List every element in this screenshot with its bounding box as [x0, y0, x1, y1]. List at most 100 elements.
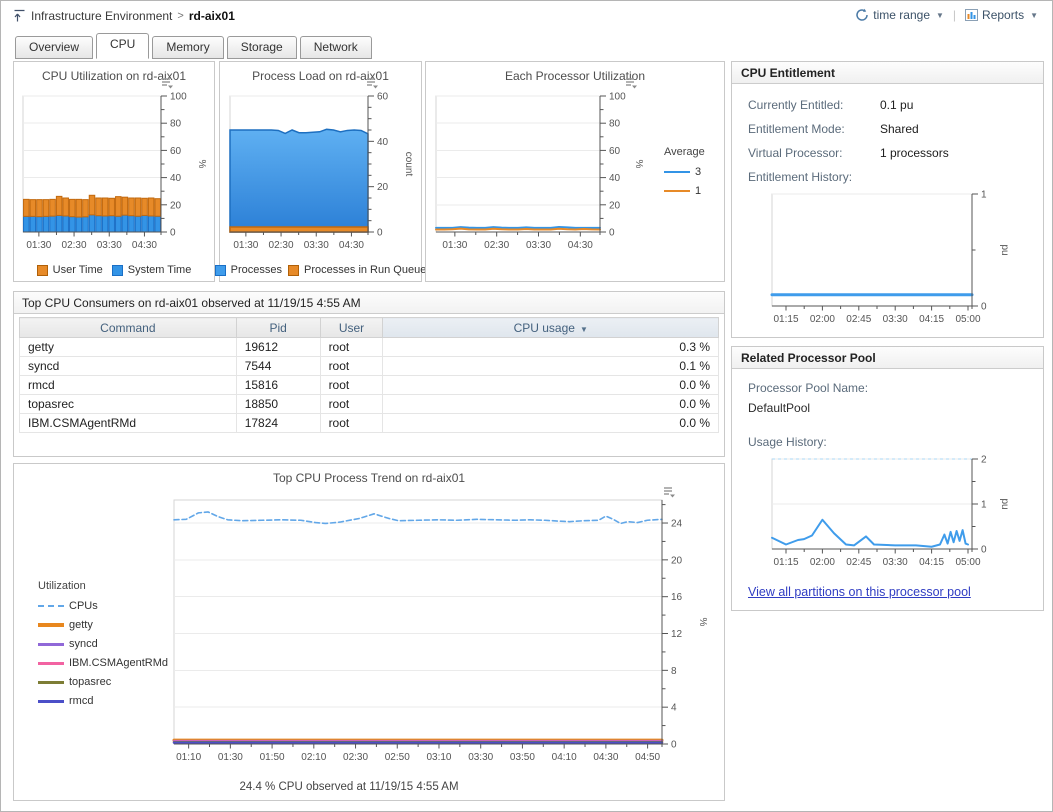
panel-cpu-utilization: CPU Utilization on rd-aix01 020406080100… [13, 61, 215, 282]
table-cell: 7544 [236, 357, 320, 376]
legend-item: User Time [37, 264, 103, 276]
legend-label: syncd [69, 638, 98, 650]
table-cell: rmcd [20, 376, 237, 395]
table-row: syncd7544root0.1 % [20, 357, 719, 376]
legend-label: 3 [695, 166, 701, 178]
svg-text:04:30: 04:30 [568, 240, 593, 251]
svg-text:0: 0 [170, 228, 176, 239]
legend-label: Processes [231, 264, 282, 276]
field-value: Shared [880, 122, 919, 136]
panel-process-trend: Top CPU Process Trend on rd-aix01 Utiliz… [13, 463, 725, 801]
field-label: Currently Entitled: [748, 98, 843, 112]
column-header-pid[interactable]: Pid [236, 318, 320, 338]
svg-text:pu: pu [999, 244, 1010, 255]
svg-text:01:10: 01:10 [176, 752, 201, 763]
legend-swatch [37, 265, 48, 276]
chart-options-icon[interactable] [366, 77, 379, 89]
table-cell: getty [20, 338, 237, 357]
tab-memory[interactable]: Memory [152, 36, 223, 59]
column-header-user[interactable]: User [320, 318, 383, 338]
table-row: rmcd15816root0.0 % [20, 376, 719, 395]
legend-swatch [38, 700, 64, 703]
svg-text:02:50: 02:50 [385, 752, 410, 763]
svg-text:02:30: 02:30 [62, 240, 87, 251]
legend-swatch [664, 190, 690, 192]
table-cell: 0.3 % [383, 338, 719, 357]
chart-legend: UtilizationCPUsgettysyncdIBM.CSMAgentRMd… [38, 580, 170, 707]
svg-text:03:30: 03:30 [883, 314, 908, 325]
svg-text:01:15: 01:15 [773, 314, 798, 325]
time-range-control[interactable]: time range ▼ [855, 8, 944, 22]
time-range-label: time range [873, 8, 930, 22]
field-label: Entitlement Mode: [748, 122, 845, 136]
legend-item: rmcd [38, 695, 170, 707]
svg-text:02:45: 02:45 [846, 557, 871, 568]
legend-swatch [38, 681, 64, 684]
legend-item: System Time [112, 264, 192, 276]
each-processor-chart[interactable]: 020406080100%01:3002:3003:3004:30 [430, 90, 652, 260]
svg-text:20: 20 [671, 555, 683, 566]
svg-text:0: 0 [377, 228, 383, 239]
table-cell: root [320, 357, 383, 376]
legend-label: topasrec [69, 676, 111, 688]
svg-text:01:30: 01:30 [442, 240, 467, 251]
chevron-down-icon: ▼ [1030, 11, 1038, 20]
svg-text:01:30: 01:30 [218, 752, 243, 763]
svg-text:05:00: 05:00 [955, 557, 980, 568]
legend-item: IBM.CSMAgentRMd [38, 657, 170, 669]
table-title: Top CPU Consumers on rd-aix01 observed a… [14, 292, 724, 314]
svg-text:20: 20 [170, 200, 182, 211]
panel-each-processor: Each Processor Utilization 020406080100%… [425, 61, 725, 282]
table-cell: 17824 [236, 414, 320, 433]
svg-text:40: 40 [170, 173, 182, 184]
panel-process-load: Process Load on rd-aix01 0204060count01:… [219, 61, 422, 282]
svg-text:03:30: 03:30 [883, 557, 908, 568]
legend-item: Processes in Run Queue [288, 264, 426, 276]
svg-text:02:30: 02:30 [343, 752, 368, 763]
chart-title: Each Processor Utilization [426, 69, 724, 83]
process-load-chart[interactable]: 0204060count01:3002:3003:3004:30 [224, 90, 418, 260]
entitlement-history-chart[interactable]: 01pu01:1502:0002:4503:3004:1505:00 [766, 188, 1018, 332]
tab-overview[interactable]: Overview [15, 36, 93, 59]
field-label: Processor Pool Name: [748, 381, 868, 395]
chart-legend: ProcessesProcesses in Run Queue [220, 264, 421, 276]
svg-text:04:15: 04:15 [919, 557, 944, 568]
svg-text:04:30: 04:30 [339, 240, 364, 251]
svg-text:24: 24 [671, 519, 683, 530]
legend-swatch [38, 623, 64, 627]
chart-options-icon[interactable] [625, 77, 638, 89]
field-value: 1 processors [880, 146, 949, 160]
svg-text:60: 60 [377, 92, 389, 103]
chart-options-icon[interactable] [161, 77, 174, 89]
table-cell: root [320, 338, 383, 357]
svg-text:0: 0 [671, 740, 677, 751]
svg-text:20: 20 [609, 200, 621, 211]
process-trend-chart[interactable]: 04812162024%01:1001:3001:5002:1002:3002:… [170, 492, 718, 774]
svg-text:03:30: 03:30 [304, 240, 329, 251]
table-cell: root [320, 376, 383, 395]
tab-cpu[interactable]: CPU [96, 33, 149, 59]
column-header-cpu-usage[interactable]: CPU usage▼ [383, 318, 719, 338]
view-all-partitions-link[interactable]: View all partitions on this processor po… [748, 585, 971, 599]
legend-item: getty [38, 619, 170, 631]
table-cell: 15816 [236, 376, 320, 395]
top-level-icon[interactable] [13, 9, 26, 23]
usage-history-chart[interactable]: 012pu01:1502:0002:4503:3004:1505:00 [766, 453, 1018, 575]
svg-text:02:00: 02:00 [810, 314, 835, 325]
svg-text:80: 80 [609, 119, 621, 130]
svg-text:01:50: 01:50 [260, 752, 285, 763]
svg-text:1: 1 [981, 190, 987, 201]
svg-text:04:30: 04:30 [132, 240, 157, 251]
svg-text:1: 1 [981, 500, 987, 511]
cpu-utilization-chart[interactable]: 020406080100%01:3002:3003:3004:30 [17, 90, 211, 260]
column-header-command[interactable]: Command [20, 318, 237, 338]
tab-storage[interactable]: Storage [227, 36, 297, 59]
reports-control[interactable]: Reports ▼ [965, 8, 1038, 22]
table-cell: 0.0 % [383, 414, 719, 433]
table-cell: topasrec [20, 395, 237, 414]
tab-network[interactable]: Network [300, 36, 372, 59]
tab-bar: OverviewCPUMemoryStorageNetwork [15, 34, 372, 59]
legend-item: CPUs [38, 600, 170, 612]
breadcrumb-parent[interactable]: Infrastructure Environment [31, 9, 172, 23]
svg-text:01:30: 01:30 [26, 240, 51, 251]
